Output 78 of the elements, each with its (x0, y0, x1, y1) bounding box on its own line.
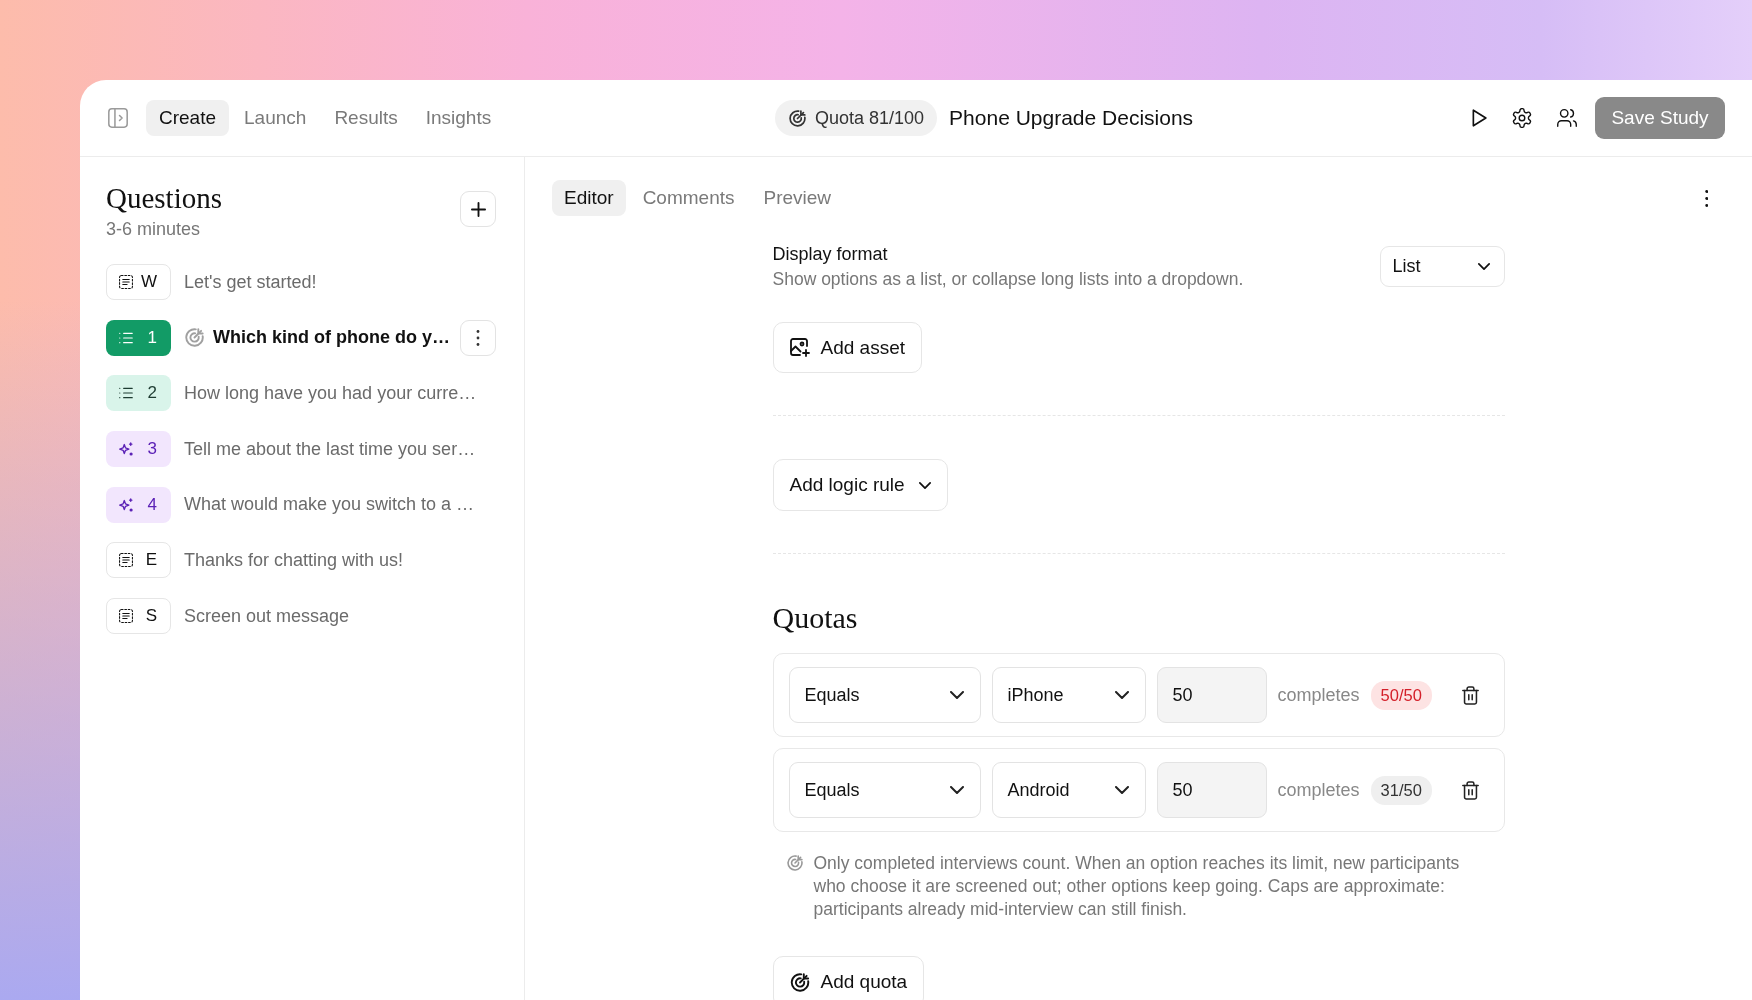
editor-tab[interactable]: Preview (751, 180, 844, 216)
question-title[interactable]: Thanks for chatting with us! (184, 549, 404, 571)
trash-icon[interactable] (1461, 685, 1479, 705)
question-badge[interactable]: E (106, 542, 171, 579)
section-heading: Quotas (772, 600, 859, 636)
nav-tab[interactable]: Insights (412, 100, 505, 136)
quota-note: Only completed interviews count. When an option reaches its limit, new participants who choose it are screened out; other options keep going. Caps are approximate: participants already mid-interview can still finish. (813, 852, 1461, 921)
editor-tab[interactable]: Editor (552, 180, 626, 216)
question-title[interactable]: Which kind of phone do y… (213, 327, 450, 349)
list-icon (119, 330, 133, 345)
nav-tab[interactable]: Launch (231, 100, 320, 136)
dashed-text-icon (119, 609, 133, 624)
limit-input[interactable]: 50 (1156, 667, 1267, 723)
option-dropdown[interactable]: iPhone (991, 667, 1146, 723)
field-description: Show options as a list, or collapse long lists into a dropdown. (772, 268, 1244, 290)
question-title[interactable]: Tell me about the last time you ser… (184, 438, 476, 460)
kebab-icon (476, 329, 480, 346)
question-number: W (140, 272, 157, 292)
unit-label: completes (1277, 779, 1360, 801)
question-badge[interactable]: 1 (106, 319, 171, 356)
settings-icon[interactable] (1512, 108, 1532, 128)
nav-tab[interactable]: Create (146, 100, 230, 136)
kebab-icon[interactable] (1704, 189, 1708, 207)
add-quota-button[interactable]: Add quota (772, 956, 925, 1000)
add-question-button[interactable] (460, 191, 496, 227)
dashed-text-icon (119, 553, 133, 568)
target-icon (789, 972, 810, 992)
play-icon[interactable] (1472, 109, 1487, 127)
question-title[interactable]: Let's get started! (184, 271, 317, 293)
image-plus-icon (789, 338, 810, 357)
chevron-down-icon (949, 786, 964, 794)
chevron-down-icon (1114, 691, 1129, 699)
question-number: 3 (147, 439, 157, 460)
nav-tab[interactable]: Results (321, 100, 411, 136)
chevron-down-icon (918, 481, 931, 489)
question-number: E (145, 550, 157, 571)
plus-icon (470, 201, 486, 217)
sparkles-icon (119, 442, 133, 457)
editor-tab[interactable]: Comments (630, 180, 747, 216)
target-icon (786, 855, 803, 871)
limit-input[interactable]: 50 (1156, 762, 1267, 818)
list-icon (119, 386, 133, 401)
trash-icon[interactable] (1461, 780, 1479, 800)
study-title: Phone Upgrade Decisions (949, 106, 1194, 130)
question-title[interactable]: What would make you switch to a … (184, 494, 475, 516)
question-number: S (145, 606, 157, 627)
target-icon (789, 109, 806, 127)
question-number: 2 (147, 383, 157, 404)
sidebar-heading: Questions (106, 181, 222, 215)
progress-count: 50/50 (1370, 680, 1432, 710)
progress-count: 31/50 (1370, 775, 1432, 805)
operator-dropdown[interactable]: Equals (788, 762, 981, 818)
question-title[interactable]: Screen out message (184, 605, 350, 627)
question-number: 4 (147, 494, 157, 515)
field-label: Display format (772, 243, 889, 265)
dashed-text-icon (119, 275, 133, 289)
quota-count: Quota 81/100 (815, 107, 925, 129)
chevron-down-icon (949, 691, 964, 699)
duration-text: 3-6 minutes (106, 218, 202, 240)
add-asset-button[interactable]: Add asset (772, 322, 922, 373)
chevron-down-icon (1477, 263, 1490, 270)
question-number: 1 (147, 327, 157, 348)
unit-label: completes (1277, 684, 1360, 706)
operator-dropdown[interactable]: Equals (788, 667, 981, 723)
question-badge[interactable]: W (106, 264, 171, 300)
question-badge[interactable]: 2 (106, 375, 171, 412)
people-icon[interactable] (1557, 108, 1577, 128)
question-title[interactable]: How long have you had your curre… (184, 382, 477, 404)
format-dropdown[interactable]: List (1379, 246, 1505, 287)
question-badge[interactable]: 4 (106, 486, 171, 523)
quota-pill[interactable]: Quota 81/100 (775, 100, 938, 136)
question-badge[interactable]: 3 (106, 431, 171, 468)
add-logic-rule-button[interactable]: Add logic rule (772, 459, 948, 511)
chevron-down-icon (1114, 786, 1129, 794)
question-badge[interactable]: S (106, 598, 171, 635)
sidebar-toggle-icon[interactable] (108, 108, 128, 128)
option-dropdown[interactable]: Android (991, 762, 1146, 818)
sparkles-icon (119, 497, 133, 512)
